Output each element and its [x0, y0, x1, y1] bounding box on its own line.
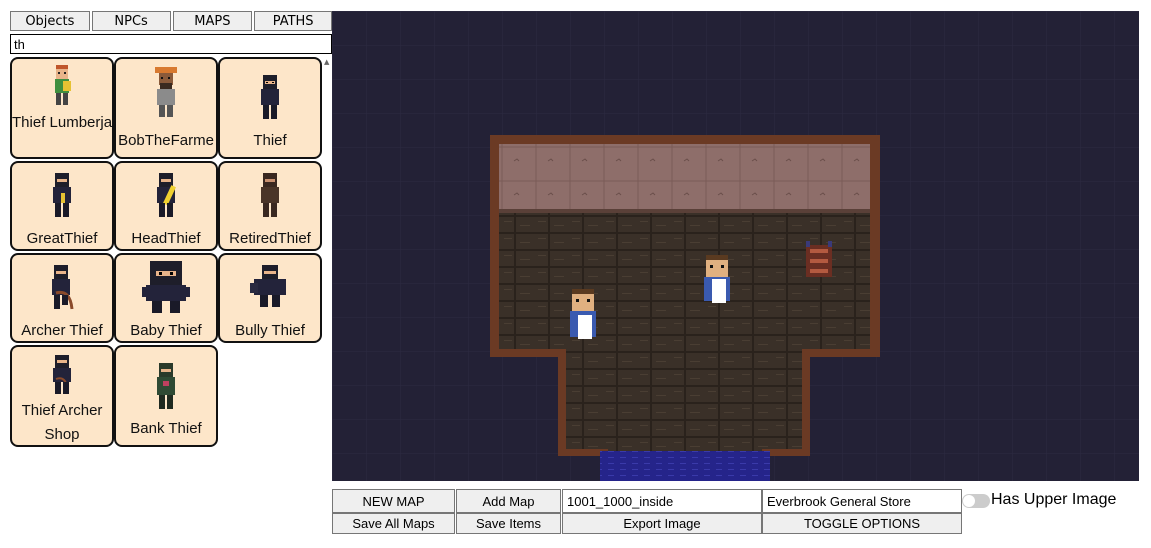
result-card[interactable]: BobTheFarme: [114, 57, 218, 159]
result-name: Thief Lumberjack: [12, 114, 113, 131]
new-map-button[interactable]: NEW MAP: [332, 489, 455, 513]
result-card[interactable]: HeadThief: [114, 161, 218, 251]
lumberjack-thief-sprite: [55, 65, 71, 105]
map-render: [332, 11, 1139, 481]
result-name: Bully Thief: [235, 322, 305, 339]
result-name: Thief: [253, 132, 287, 149]
retired-thief-sprite: [261, 173, 279, 217]
result-name: RetiredThief: [229, 230, 311, 247]
result-card[interactable]: Bank Thief: [114, 345, 218, 447]
tab-objects[interactable]: Objects: [10, 11, 90, 31]
thief-sprite: [261, 75, 279, 119]
add-map-button[interactable]: Add Map: [456, 489, 561, 513]
result-name: Baby Thief: [130, 322, 202, 339]
great-thief-sprite: [53, 173, 71, 217]
head-thief-sprite: [157, 173, 176, 217]
map-id-field[interactable]: [562, 489, 762, 513]
search-input[interactable]: [10, 34, 332, 54]
toggle-options-button[interactable]: TOGGLE OPTIONS: [762, 513, 962, 534]
map-name-field[interactable]: [762, 489, 962, 513]
upper-image-label: Has Upper Image: [991, 491, 1117, 508]
bully-thief-sprite: [250, 265, 286, 307]
tab-paths[interactable]: PATHS: [254, 11, 332, 31]
result-card[interactable]: RetiredThief: [218, 161, 322, 251]
tab-npcs[interactable]: NPCs: [91, 11, 171, 31]
result-name: HeadThief: [131, 230, 201, 247]
result-card[interactable]: Thief: [218, 57, 322, 159]
result-name: GreatThief: [26, 230, 98, 247]
archer-thief-sprite: [52, 265, 74, 310]
baby-thief-sprite: [142, 261, 190, 313]
farmer-sprite: [155, 67, 177, 117]
tab-bar: Objects NPCs MAPS PATHS: [10, 11, 332, 31]
result-card[interactable]: Thief Lumberjack: [10, 57, 114, 159]
save-items-button[interactable]: Save Items: [456, 513, 561, 534]
save-all-maps-button[interactable]: Save All Maps: [332, 513, 455, 534]
result-card[interactable]: Bully Thief: [218, 253, 322, 343]
upper-image-toggle[interactable]: [962, 494, 990, 508]
result-name: Archer Thief: [21, 322, 103, 339]
shelf-object: [806, 241, 832, 277]
result-card[interactable]: Archer Thief: [10, 253, 114, 343]
customer-npc: [570, 289, 596, 339]
result-card[interactable]: GreatThief: [10, 161, 114, 251]
result-card[interactable]: Thief Archer Shop: [10, 345, 114, 447]
bank-thief-sprite: [157, 363, 175, 409]
map-canvas[interactable]: [332, 11, 1139, 481]
shopkeeper-npc: [704, 255, 730, 303]
tab-maps[interactable]: MAPS: [172, 11, 253, 31]
result-card[interactable]: Baby Thief: [114, 253, 218, 343]
result-name: Thief Archer Shop: [21, 402, 103, 443]
results-grid: Thief Lumberjack BobTheFarme Thief: [10, 57, 325, 457]
export-image-button[interactable]: Export Image: [562, 513, 762, 534]
result-name: Bank Thief: [130, 420, 202, 437]
result-name: BobTheFarme: [118, 132, 214, 149]
thief-archer-shop-sprite: [53, 355, 71, 394]
